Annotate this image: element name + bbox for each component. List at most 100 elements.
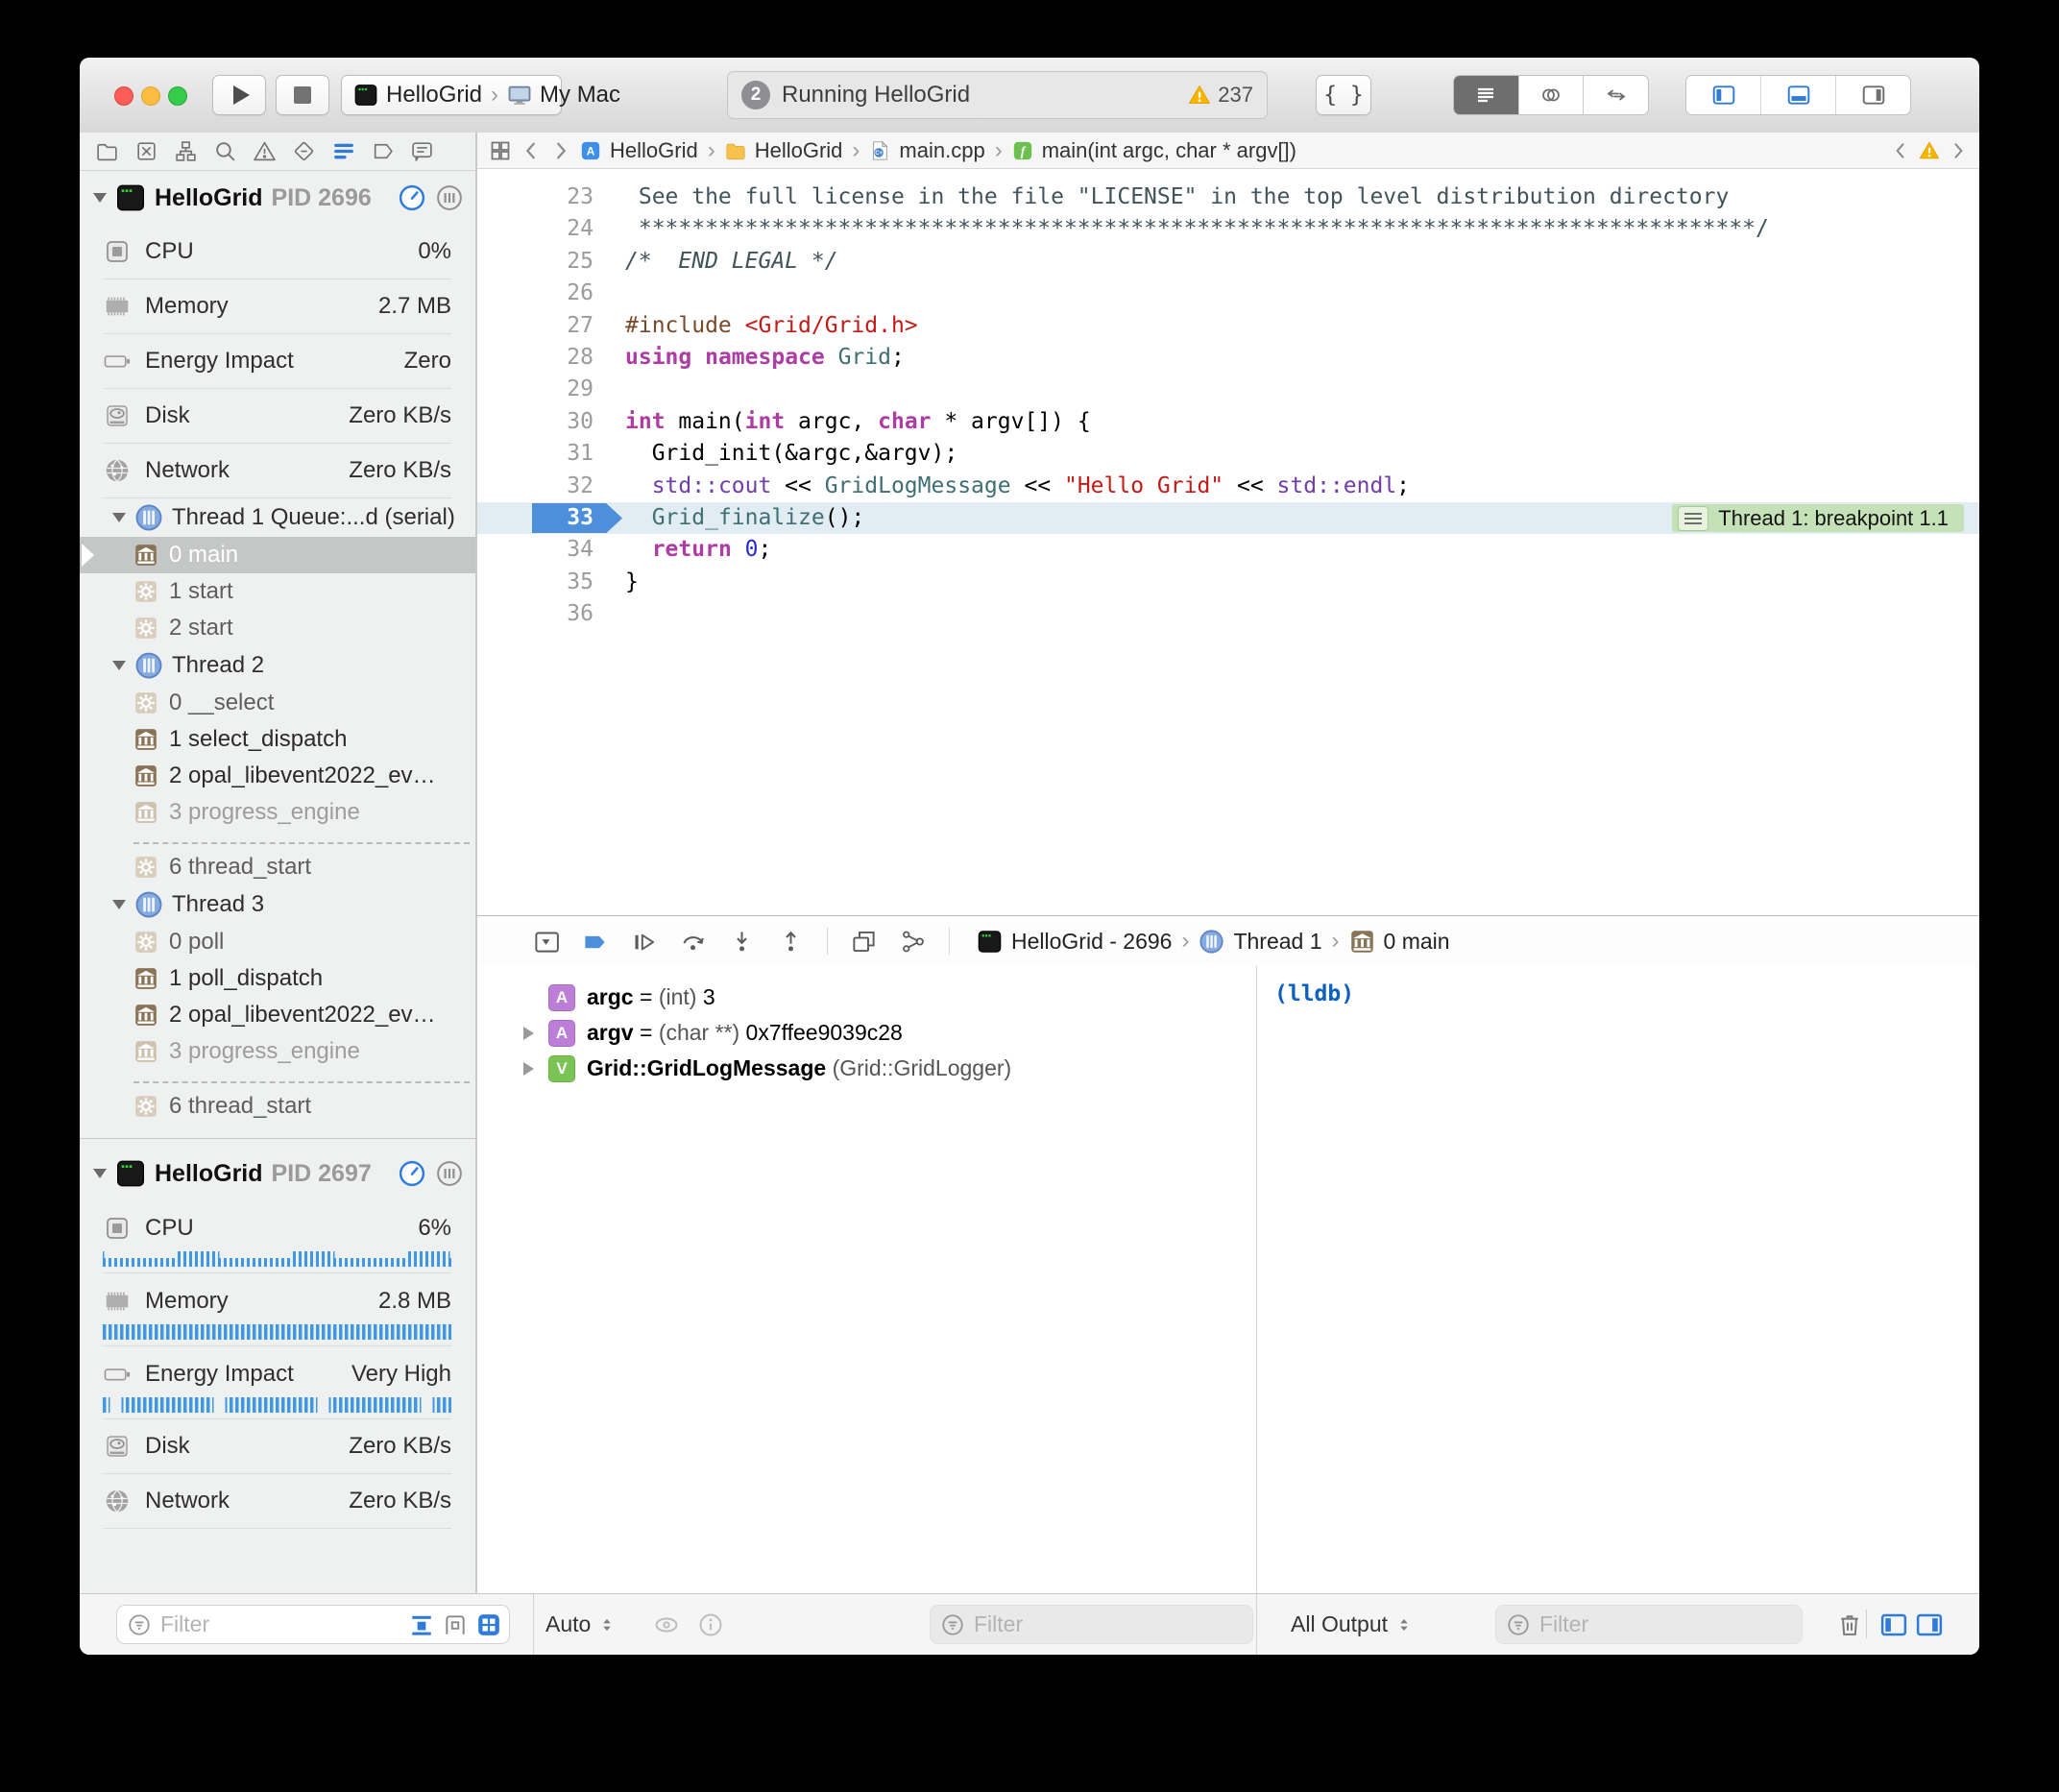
stat-row-energy-impact[interactable]: Energy ImpactVery High: [103, 1346, 451, 1401]
breakpoint-navigator-icon[interactable]: [371, 139, 395, 163]
disclosure-triangle-icon[interactable]: [523, 1062, 534, 1076]
stat-row-disk[interactable]: DiskZero KB/s: [103, 1419, 451, 1474]
line-number[interactable]: 25: [477, 246, 593, 278]
standard-editor-button[interactable]: [1454, 76, 1519, 114]
related-items-icon[interactable]: [489, 139, 512, 162]
stack-frame-row[interactable]: 0 __select: [80, 685, 475, 721]
breakpoint-badge[interactable]: Thread 1: breakpoint 1.1: [1672, 504, 1964, 532]
thread-row[interactable]: Thread 2: [80, 646, 475, 685]
stop-button[interactable]: [276, 75, 329, 115]
stack-frame-row[interactable]: 1 start: [80, 573, 475, 610]
console-filter-field[interactable]: Filter: [1495, 1605, 1803, 1644]
disclosure-cell[interactable]: [523, 1062, 548, 1076]
variables-view[interactable]: Aargc = (int) 3Aargv = (char **) 0x7ffee…: [477, 966, 1256, 1594]
console-output[interactable]: (lldb): [1257, 966, 1979, 1594]
project-navigator-icon[interactable]: [95, 139, 119, 163]
disclosure-triangle-icon[interactable]: [112, 513, 126, 522]
line-number[interactable]: 23: [477, 182, 593, 213]
stack-frame-row[interactable]: 6 thread_start: [80, 849, 475, 885]
view-hierarchy-icon[interactable]: [851, 929, 877, 955]
line-number[interactable]: 33: [477, 502, 593, 534]
disclosure-triangle-icon[interactable]: [523, 1027, 534, 1040]
test-navigator-icon[interactable]: [292, 139, 316, 163]
pause-process-icon[interactable]: [435, 1159, 464, 1188]
thread-row[interactable]: Thread 1 Queue:...d (serial): [80, 498, 475, 537]
assistant-editor-button[interactable]: [1519, 76, 1585, 114]
line-number[interactable]: 30: [477, 406, 593, 438]
back-icon[interactable]: [521, 140, 542, 161]
code-snippets-button[interactable]: { }: [1316, 75, 1371, 115]
variable-row[interactable]: VGrid::GridLogMessage (Grid::GridLogger): [477, 1051, 1256, 1086]
stack-frame-row[interactable]: 6 thread_start: [80, 1088, 475, 1125]
line-number[interactable]: 34: [477, 534, 593, 566]
source-control-navigator-icon[interactable]: [134, 139, 158, 163]
issue-navigator-icon[interactable]: [253, 139, 277, 163]
toggle-navigator-button[interactable]: [1686, 76, 1761, 114]
console-output-popup[interactable]: All Output: [1291, 1594, 1414, 1655]
toggle-inspector-button[interactable]: [1836, 76, 1910, 114]
variable-row[interactable]: Aargc = (int) 3: [477, 980, 1256, 1015]
stat-row-disk[interactable]: DiskZero KB/s: [103, 389, 451, 444]
quicklook-button[interactable]: [653, 1594, 680, 1655]
disclosure-triangle-icon[interactable]: [93, 1169, 107, 1178]
next-issue-icon[interactable]: [1949, 141, 1968, 160]
issue-warning-icon[interactable]: [1919, 140, 1940, 161]
line-number[interactable]: 28: [477, 342, 593, 374]
print-description-button[interactable]: [697, 1594, 724, 1655]
stack-frame-row[interactable]: 2 opal_libevent2022_ev…: [80, 997, 475, 1033]
clear-console-button[interactable]: [1836, 1594, 1863, 1655]
process-row[interactable]: HelloGridPID 2696: [80, 171, 475, 225]
line-number[interactable]: 36: [477, 598, 593, 630]
stack-frame-row[interactable]: 0 poll: [80, 924, 475, 960]
line-number[interactable]: 26: [477, 278, 593, 309]
stat-row-memory[interactable]: Memory2.8 MB: [103, 1273, 451, 1328]
disclosure-triangle-icon[interactable]: [93, 193, 107, 203]
hide-debug-area-icon[interactable]: [533, 929, 559, 955]
forward-icon[interactable]: [550, 140, 571, 161]
stat-row-cpu[interactable]: CPU0%: [103, 225, 451, 279]
scheme-selector[interactable]: HelloGrid › My Mac: [341, 75, 562, 115]
stack-frame-row[interactable]: 3 progress_engine: [80, 1033, 475, 1070]
source-editor[interactable]: 23 See the full license in the file "LIC…: [477, 170, 1979, 927]
warning-count[interactable]: 237: [1188, 83, 1253, 108]
run-button[interactable]: [212, 75, 266, 115]
filter-breakpoints-icon[interactable]: [409, 1612, 434, 1637]
toggle-console-button[interactable]: [1915, 1594, 1944, 1655]
version-editor-button[interactable]: [1584, 76, 1648, 114]
line-number[interactable]: 31: [477, 438, 593, 470]
pause-process-icon[interactable]: [435, 183, 464, 212]
continue-execution-icon[interactable]: [631, 929, 657, 955]
filter-crashed-icon[interactable]: [443, 1612, 468, 1637]
stack-frame-row[interactable]: 1 poll_dispatch: [80, 960, 475, 997]
close-window-button[interactable]: [114, 86, 133, 106]
line-number[interactable]: 27: [477, 310, 593, 342]
step-into-icon[interactable]: [729, 929, 755, 955]
symbol-navigator-icon[interactable]: [174, 139, 198, 163]
breakpoints-toggle-icon[interactable]: [582, 929, 608, 955]
variables-scope-popup[interactable]: Auto: [545, 1594, 617, 1655]
process-row[interactable]: HelloGridPID 2697: [80, 1147, 475, 1200]
variable-row[interactable]: Aargv = (char **) 0x7ffee9039c28: [477, 1015, 1256, 1051]
toggle-debug-area-button[interactable]: [1761, 76, 1836, 114]
line-number[interactable]: 24: [477, 213, 593, 245]
step-over-icon[interactable]: [680, 929, 706, 955]
disclosure-triangle-icon[interactable]: [112, 900, 126, 909]
minimize-window-button[interactable]: [141, 86, 160, 106]
stack-frame-row[interactable]: 2 opal_libevent2022_ev…: [80, 758, 475, 794]
profile-gauge-icon[interactable]: [398, 183, 426, 212]
zoom-window-button[interactable]: [168, 86, 187, 106]
step-out-icon[interactable]: [778, 929, 804, 955]
disclosure-triangle-icon[interactable]: [112, 661, 126, 670]
debug-navigator-icon[interactable]: [331, 139, 355, 163]
thread-row[interactable]: Thread 3: [80, 885, 475, 924]
line-number[interactable]: 29: [477, 374, 593, 405]
memory-graph-icon[interactable]: [900, 929, 926, 955]
stat-row-cpu[interactable]: CPU6%: [103, 1200, 451, 1255]
stack-frame-row[interactable]: 3 progress_engine: [80, 794, 475, 831]
stack-frame-row[interactable]: 0 main: [80, 537, 475, 573]
stat-row-memory[interactable]: Memory2.7 MB: [103, 279, 451, 334]
previous-issue-icon[interactable]: [1891, 141, 1910, 160]
stack-frame-row[interactable]: 1 select_dispatch: [80, 721, 475, 758]
line-number[interactable]: 35: [477, 567, 593, 598]
disclosure-cell[interactable]: [523, 1027, 548, 1040]
